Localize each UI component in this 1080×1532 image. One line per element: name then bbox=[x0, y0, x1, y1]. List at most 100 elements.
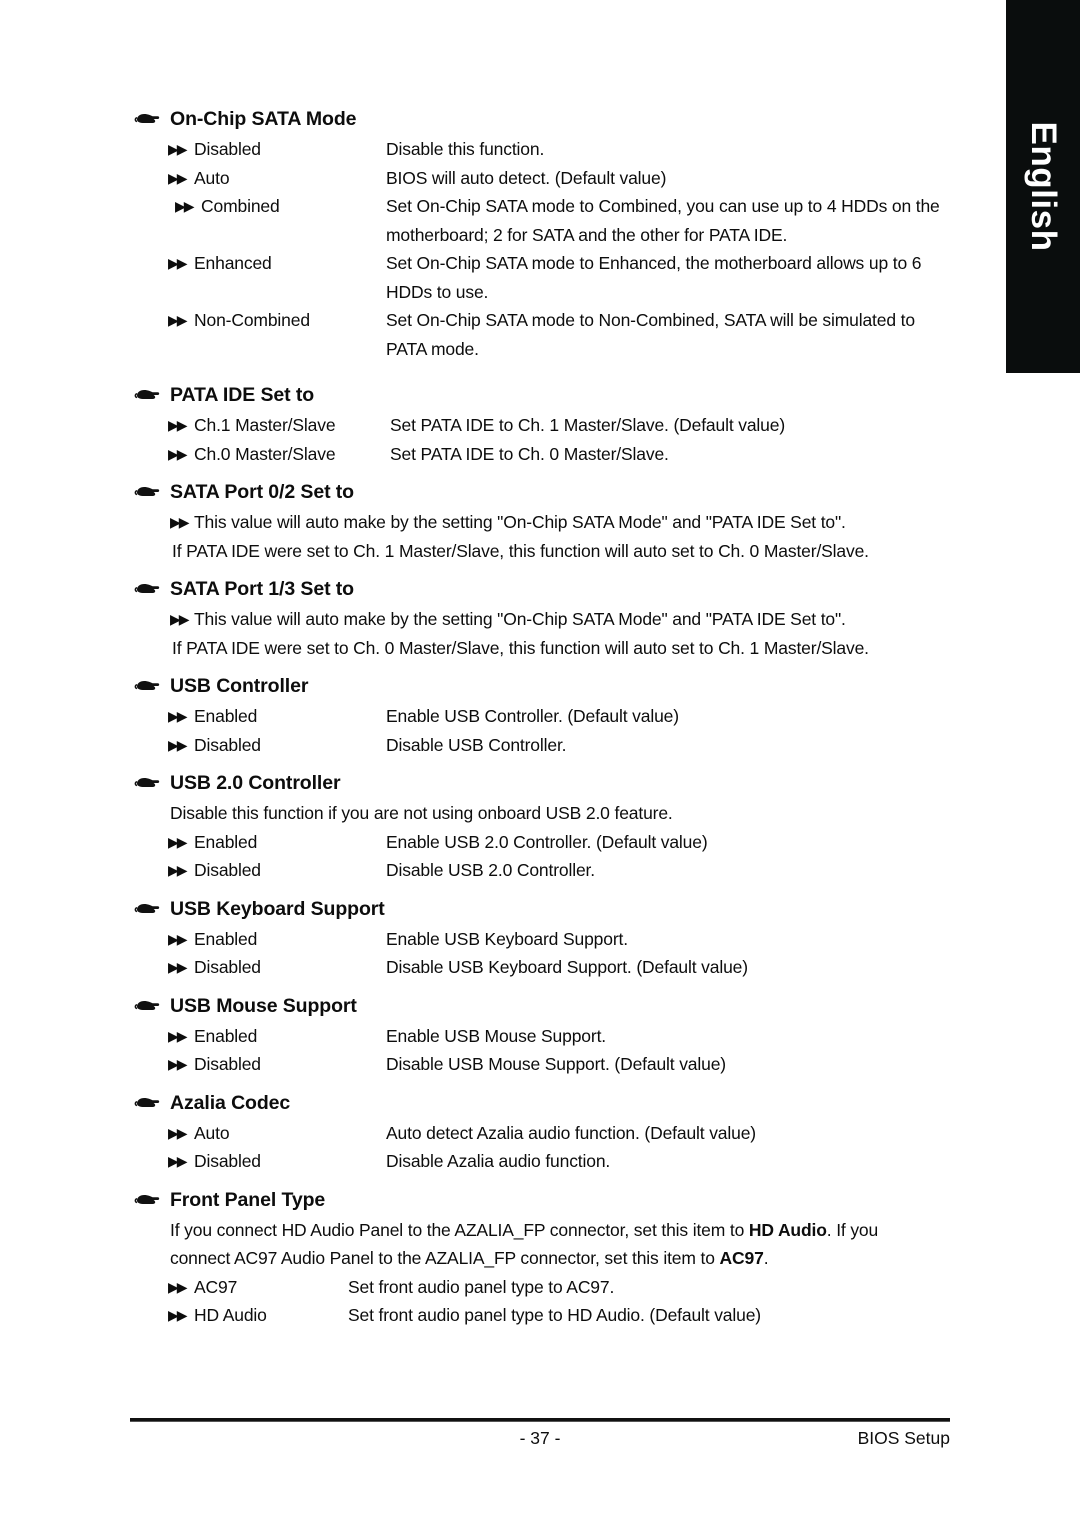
option-row: ▶▶ Enhanced Set On-Chip SATA mode to Enh… bbox=[130, 249, 960, 278]
section-note-line-1: If you connect HD Audio Panel to the AZA… bbox=[130, 1216, 960, 1245]
section-note: If PATA IDE were set to Ch. 0 Master/Sla… bbox=[172, 637, 869, 658]
section-title: USB Keyboard Support bbox=[170, 897, 385, 920]
option-description: Disable USB Mouse Support. (Default valu… bbox=[386, 1054, 726, 1074]
double-triangle-bullet-icon: ▶▶ bbox=[168, 862, 187, 878]
section-title: SATA Port 0/2 Set to bbox=[170, 481, 354, 503]
pointing-hand-icon bbox=[134, 1097, 160, 1107]
option-label: Ch.1 Master/Slave bbox=[194, 415, 336, 435]
section-bullet-note-text: This value will auto make by the setting… bbox=[194, 512, 846, 532]
note-text-c: . If you bbox=[826, 1219, 879, 1240]
option-description-continued: PATA mode. bbox=[386, 338, 479, 359]
option-row: ▶▶ Non-Combined Set On-Chip SATA mode to… bbox=[130, 306, 960, 335]
option-description: Disable Azalia audio function. bbox=[386, 1151, 611, 1171]
double-triangle-bullet-icon: ▶▶ bbox=[168, 255, 187, 271]
section-usb-controller: USB Controller ▶▶ Enabled Enable USB Con… bbox=[130, 671, 960, 759]
option-row: ▶▶ Enabled Enable USB Keyboard Support. bbox=[130, 925, 960, 954]
section-heading: USB Mouse Support bbox=[130, 991, 960, 1022]
section-heading: Front Panel Type bbox=[130, 1185, 960, 1216]
double-triangle-bullet-icon: ▶▶ bbox=[168, 312, 187, 328]
option-description: Enable USB Mouse Support. bbox=[386, 1025, 606, 1046]
option-row: ▶▶ Disabled Disable USB Keyboard Support… bbox=[130, 953, 960, 982]
option-description: Disable USB 2.0 Controller. bbox=[386, 860, 595, 880]
option-description: Set PATA IDE to Ch. 0 Master/Slave. bbox=[390, 443, 669, 464]
section-heading: SATA Port 0/2 Set to bbox=[130, 477, 960, 508]
option-row: ▶▶ Ch.1 Master/Slave Set PATA IDE to Ch.… bbox=[130, 411, 960, 440]
note-emphasis-ac97: AC97 bbox=[719, 1248, 764, 1268]
option-row: ▶▶ Disabled Disable USB Controller. bbox=[130, 731, 960, 760]
section-usb-mouse-support: USB Mouse Support ▶▶ Enabled Enable USB … bbox=[130, 991, 960, 1079]
document-page: On-Chip SATA Mode ▶▶ Disabled Disable th… bbox=[0, 0, 1006, 1532]
section-title: Azalia Codec bbox=[170, 1091, 291, 1114]
option-description: Set On-Chip SATA mode to Non-Combined, S… bbox=[386, 310, 915, 330]
section-heading: USB Controller bbox=[130, 671, 960, 702]
option-description: BIOS will auto detect. (Default value) bbox=[386, 167, 667, 188]
pointing-hand-icon bbox=[134, 487, 160, 496]
section-title: On-Chip SATA Mode bbox=[170, 108, 357, 130]
option-row: ▶▶ Enabled Enable USB 2.0 Controller. (D… bbox=[130, 828, 960, 857]
section-usb-2-0-controller: USB 2.0 Controller Disable this function… bbox=[130, 768, 960, 885]
pointing-hand-icon bbox=[134, 584, 160, 593]
double-triangle-bullet-icon: ▶▶ bbox=[170, 611, 189, 627]
note-text-c: . bbox=[763, 1248, 769, 1268]
footer-row: - 37 - BIOS Setup bbox=[130, 1422, 950, 1454]
section-title: USB Mouse Support bbox=[170, 994, 357, 1017]
section-bullet-note-text: This value will auto make by the setting… bbox=[194, 609, 846, 629]
option-description-continued: motherboard; 2 for SATA and the other fo… bbox=[386, 224, 788, 245]
double-triangle-bullet-icon: ▶▶ bbox=[168, 1027, 187, 1044]
language-tab: English bbox=[1006, 0, 1080, 373]
section-front-panel-type: Front Panel Type If you connect HD Audio… bbox=[130, 1185, 960, 1330]
option-row: ▶▶ Auto Auto detect Azalia audio functio… bbox=[130, 1119, 960, 1148]
option-description: Disable this function. bbox=[386, 139, 545, 159]
double-triangle-bullet-icon: ▶▶ bbox=[168, 930, 187, 947]
section-heading: SATA Port 1/3 Set to bbox=[130, 574, 960, 605]
language-tab-label: English bbox=[1024, 121, 1063, 252]
section-pata-ide-set-to: PATA IDE Set to ▶▶ Ch.1 Master/Slave Set… bbox=[130, 380, 960, 468]
option-row: ▶▶ Enabled Enable USB Mouse Support. bbox=[130, 1022, 960, 1051]
note-text-a: If you connect HD Audio Panel to the AZA… bbox=[170, 1219, 749, 1240]
double-triangle-bullet-icon: ▶▶ bbox=[168, 833, 187, 850]
double-triangle-bullet-icon: ▶▶ bbox=[168, 169, 187, 186]
option-row: ▶▶ Combined Set On-Chip SATA mode to Com… bbox=[130, 192, 960, 221]
option-row: ▶▶ Enabled Enable USB Controller. (Defau… bbox=[130, 702, 960, 731]
pointing-hand-icon bbox=[134, 390, 160, 399]
section-heading: On-Chip SATA Mode bbox=[130, 104, 960, 135]
option-row: ▶▶ HD Audio Set front audio panel type t… bbox=[130, 1301, 960, 1330]
double-triangle-bullet-icon: ▶▶ bbox=[170, 514, 189, 530]
section-title: PATA IDE Set to bbox=[170, 384, 315, 406]
section-title: USB Controller bbox=[170, 675, 309, 697]
pointing-hand-icon bbox=[134, 1194, 160, 1204]
double-triangle-bullet-icon: ▶▶ bbox=[168, 1278, 187, 1295]
double-triangle-bullet-icon: ▶▶ bbox=[168, 1056, 187, 1072]
double-triangle-bullet-icon: ▶▶ bbox=[168, 959, 187, 975]
section-sata-port-1-3-set-to: SATA Port 1/3 Set to ▶▶ This value will … bbox=[130, 574, 960, 662]
section-on-chip-sata-mode: On-Chip SATA Mode ▶▶ Disabled Disable th… bbox=[130, 104, 960, 363]
page-footer: - 37 - BIOS Setup bbox=[130, 1418, 950, 1454]
option-description: Set front audio panel type to AC97. bbox=[348, 1276, 615, 1297]
option-description: Auto detect Azalia audio function. (Defa… bbox=[386, 1122, 756, 1143]
option-label: Ch.0 Master/Slave bbox=[194, 443, 336, 464]
section-note: If PATA IDE were set to Ch. 1 Master/Sla… bbox=[172, 540, 869, 561]
option-row: ▶▶ Ch.0 Master/Slave Set PATA IDE to Ch.… bbox=[130, 440, 960, 469]
pointing-hand-icon bbox=[134, 778, 160, 787]
note-text-a: connect AC97 Audio Panel to the AZALIA_F… bbox=[170, 1248, 720, 1268]
double-triangle-bullet-icon: ▶▶ bbox=[168, 417, 187, 433]
section-heading: Azalia Codec bbox=[130, 1088, 960, 1119]
section-title: USB 2.0 Controller bbox=[170, 772, 341, 794]
option-row: ▶▶ Auto BIOS will auto detect. (Default … bbox=[130, 164, 960, 193]
section-heading: USB 2.0 Controller bbox=[130, 768, 960, 799]
option-row: ▶▶ Disabled Disable USB 2.0 Controller. bbox=[130, 856, 960, 885]
section-sata-port-0-2-set-to: SATA Port 0/2 Set to ▶▶ This value will … bbox=[130, 477, 960, 565]
pointing-hand-icon bbox=[134, 903, 160, 913]
double-triangle-bullet-icon: ▶▶ bbox=[175, 198, 194, 214]
double-triangle-bullet-icon: ▶▶ bbox=[168, 708, 187, 724]
option-description: Enable USB Keyboard Support. bbox=[386, 928, 628, 949]
option-description: Set front audio panel type to HD Audio. … bbox=[348, 1305, 761, 1325]
section-title: SATA Port 1/3 Set to bbox=[170, 578, 354, 600]
section-heading: USB Keyboard Support bbox=[130, 894, 960, 925]
page-number: - 37 - bbox=[519, 1428, 561, 1448]
section-bullet-note: ▶▶ This value will auto make by the sett… bbox=[130, 508, 960, 537]
option-row: ▶▶ Disabled Disable this function. bbox=[130, 135, 960, 164]
option-description: Disable USB Keyboard Support. (Default v… bbox=[386, 957, 748, 977]
double-triangle-bullet-icon: ▶▶ bbox=[168, 445, 187, 462]
option-description: Enable USB 2.0 Controller. (Default valu… bbox=[386, 831, 708, 852]
